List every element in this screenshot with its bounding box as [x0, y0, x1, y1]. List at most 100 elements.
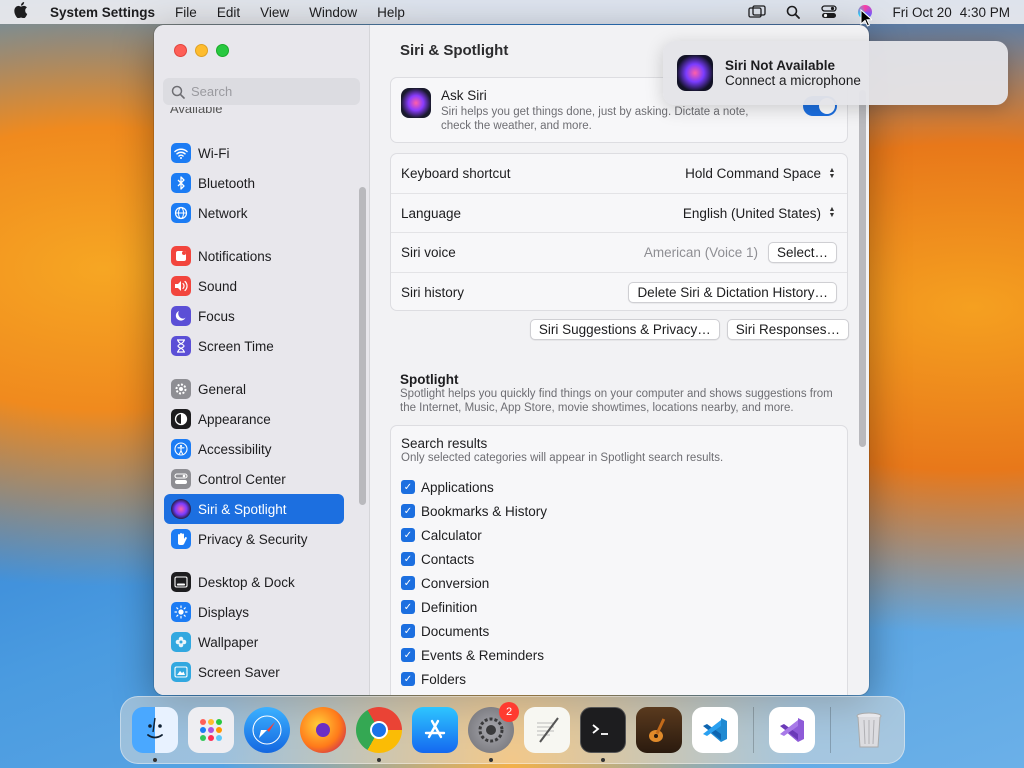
- dock-textedit[interactable]: [521, 704, 573, 756]
- dock-garageband[interactable]: [633, 704, 685, 756]
- search-result-calculator[interactable]: ✓ Calculator: [391, 523, 847, 547]
- checkmark-icon[interactable]: ✓: [401, 528, 415, 542]
- checkmark-icon[interactable]: ✓: [401, 504, 415, 518]
- close-button[interactable]: [174, 44, 187, 57]
- language-popup[interactable]: English (United States) ▲ ▼: [683, 206, 837, 221]
- dock-finder[interactable]: [129, 704, 181, 762]
- sidebar: Search Available Wi-Fi Bluetooth Network…: [154, 25, 370, 695]
- siri-responses-button[interactable]: Siri Responses…: [726, 319, 849, 340]
- edit-menu[interactable]: Edit: [217, 5, 240, 20]
- apple-menu-icon[interactable]: [14, 2, 36, 22]
- main-scrollbar[interactable]: [859, 90, 866, 447]
- dock-separator: [753, 707, 754, 753]
- sidebar-item-siri-spotlight[interactable]: Siri & Spotlight: [164, 494, 344, 524]
- dock-launchpad[interactable]: [185, 704, 237, 756]
- checkmark-icon[interactable]: ✓: [401, 648, 415, 662]
- menubar-date[interactable]: Fri Oct 20: [892, 5, 951, 20]
- sidebar-item-screen-saver[interactable]: Screen Saver: [164, 657, 344, 687]
- dock-visual-studio[interactable]: [766, 704, 818, 756]
- sidebar-item-label: Bluetooth: [198, 175, 256, 191]
- siri-suggestions-privacy-button[interactable]: Siri Suggestions & Privacy…: [529, 319, 720, 340]
- sidebar-item-screen-time[interactable]: Screen Time: [164, 331, 344, 361]
- search-result-label: Applications: [421, 479, 494, 495]
- control-center-icon: [171, 469, 191, 489]
- search-result-bookmarks-history[interactable]: ✓ Bookmarks & History: [391, 499, 847, 523]
- view-menu[interactable]: View: [260, 5, 289, 20]
- checkmark-icon[interactable]: ✓: [401, 480, 415, 494]
- sidebar-item-wallpaper[interactable]: Wallpaper: [164, 627, 344, 657]
- dock-firefox[interactable]: [297, 704, 349, 756]
- checkmark-icon[interactable]: ✓: [401, 600, 415, 614]
- sidebar-item-accessibility[interactable]: Accessibility: [164, 434, 344, 464]
- spotlight-description: Spotlight helps you quickly find things …: [400, 388, 833, 414]
- help-menu[interactable]: Help: [377, 5, 405, 20]
- dock-chrome[interactable]: [353, 704, 405, 762]
- search-result-folders[interactable]: ✓ Folders: [391, 667, 847, 691]
- search-result-label: Folders: [421, 671, 467, 687]
- window-menu[interactable]: Window: [309, 5, 357, 20]
- search-result-contacts[interactable]: ✓ Contacts: [391, 547, 847, 571]
- menubar-time[interactable]: 4:30 PM: [960, 5, 1010, 20]
- dock-safari[interactable]: [241, 704, 293, 756]
- dock-terminal[interactable]: [577, 704, 629, 762]
- appearance-icon: [171, 409, 191, 429]
- checkmark-icon[interactable]: ✓: [401, 552, 415, 566]
- dock-icon: [171, 572, 191, 592]
- search-result-documents[interactable]: ✓ Documents: [391, 619, 847, 643]
- visual-studio-icon: [769, 707, 815, 753]
- checkmark-icon[interactable]: ✓: [401, 672, 415, 686]
- sidebar-item-bluetooth[interactable]: Bluetooth: [164, 168, 344, 198]
- sidebar-cut-label: Available: [170, 107, 223, 116]
- dock-vscode[interactable]: [689, 704, 741, 756]
- search-result-label: Contacts: [421, 551, 475, 567]
- dock-trash[interactable]: [843, 704, 895, 756]
- keyboard-shortcut-popup[interactable]: Hold Command Space ▲ ▼: [685, 166, 837, 181]
- sidebar-item-sound[interactable]: Sound: [164, 271, 344, 301]
- app-menu[interactable]: System Settings: [50, 5, 155, 20]
- zoom-button[interactable]: [216, 44, 229, 57]
- search-input[interactable]: Search: [163, 78, 360, 105]
- notification-subtitle: Connect a microphone: [725, 73, 861, 88]
- minimize-button[interactable]: [195, 44, 208, 57]
- screensaver-icon: [171, 662, 191, 682]
- search-result-conversion[interactable]: ✓ Conversion: [391, 571, 847, 595]
- sidebar-item-notifications[interactable]: Notifications: [164, 241, 344, 271]
- siri-icon: [171, 499, 191, 519]
- select-voice-button[interactable]: Select…: [767, 242, 837, 263]
- wifi-icon: [171, 143, 191, 163]
- garageband-icon: [636, 707, 682, 753]
- vscode-icon: [692, 707, 738, 753]
- checkmark-icon[interactable]: ✓: [401, 624, 415, 638]
- sidebar-item-network[interactable]: Network: [164, 198, 344, 228]
- sidebar-scrollbar[interactable]: [359, 187, 366, 505]
- sidebar-item-appearance[interactable]: Appearance: [164, 404, 344, 434]
- dock-app-store[interactable]: [409, 704, 461, 756]
- sidebar-item-privacy-security[interactable]: Privacy & Security: [164, 524, 344, 554]
- sidebar-item-label: Sound: [198, 278, 238, 294]
- sidebar-item-focus[interactable]: Focus: [164, 301, 344, 331]
- sidebar-item-desktop-dock[interactable]: Desktop & Dock: [164, 567, 344, 597]
- notification-badge: 2: [499, 702, 519, 722]
- search-result-applications[interactable]: ✓ Applications: [391, 475, 847, 499]
- sidebar-item-displays[interactable]: Displays: [164, 597, 344, 627]
- search-result-events-reminders[interactable]: ✓ Events & Reminders: [391, 643, 847, 667]
- notification-title: Siri Not Available: [725, 58, 836, 73]
- sidebar-item-label: Desktop & Dock: [198, 574, 295, 590]
- sidebar-item-label: Screen Time: [198, 338, 274, 354]
- sidebar-item-general[interactable]: General: [164, 374, 344, 404]
- checkmark-icon[interactable]: ✓: [401, 576, 415, 590]
- file-menu[interactable]: File: [175, 5, 197, 20]
- dock-system-settings[interactable]: 2: [465, 702, 519, 762]
- siri-notification[interactable]: Siri Not Available Connect a microphone: [663, 41, 1008, 105]
- search-result-definition[interactable]: ✓ Definition: [391, 595, 847, 619]
- siri-icon: [401, 88, 431, 118]
- screen-mirroring-icon[interactable]: [748, 5, 767, 19]
- control-center-icon[interactable]: [820, 5, 838, 19]
- sidebar-item-wifi[interactable]: Wi-Fi: [164, 138, 344, 168]
- spotlight-icon[interactable]: [784, 5, 802, 19]
- delete-history-button[interactable]: Delete Siri & Dictation History…: [628, 282, 837, 303]
- search-result-label: Conversion: [421, 575, 490, 591]
- chevron-up-down-icon: ▲ ▼: [828, 206, 836, 219]
- sidebar-item-control-center[interactable]: Control Center: [164, 464, 344, 494]
- sidebar-item-label: General: [198, 381, 247, 397]
